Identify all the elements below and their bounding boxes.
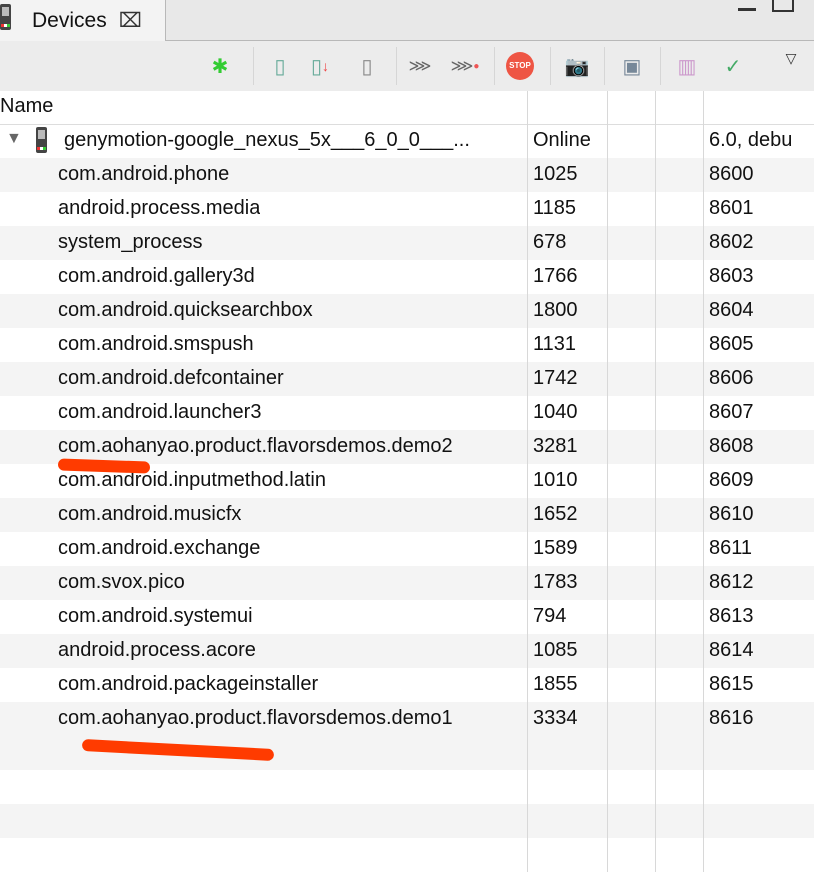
process-port: 8608 bbox=[709, 435, 754, 457]
device-icon bbox=[0, 4, 11, 30]
process-port: 8606 bbox=[709, 367, 754, 389]
update-heap-icon[interactable]: ▯ bbox=[265, 51, 295, 81]
expand-triangle-icon[interactable]: ▼ bbox=[6, 130, 22, 148]
process-row[interactable]: com.android.smspush 1131 8605 bbox=[0, 328, 814, 362]
process-port: 8611 bbox=[709, 537, 753, 559]
process-name: com.android.quicksearchbox bbox=[58, 299, 313, 321]
process-row[interactable]: com.svox.pico 1783 8612 bbox=[0, 566, 814, 600]
dump-view-hierarchy-icon[interactable]: ▥ bbox=[672, 51, 702, 81]
process-pid: 1800 bbox=[533, 299, 578, 321]
process-row[interactable]: com.android.launcher3 1040 8607 bbox=[0, 396, 814, 430]
process-pid: 1589 bbox=[533, 537, 578, 559]
process-pid: 1855 bbox=[533, 673, 578, 695]
start-method-profiling-icon[interactable]: ⋙ ● bbox=[450, 51, 480, 81]
process-name: com.android.systemui bbox=[58, 605, 253, 627]
process-name: com.android.musicfx bbox=[58, 503, 242, 525]
toolbar: ✱ ▯ ▯ ↓ ▯ ⋙ ⋙ ● STOP 📷 ▣ ▥ ✓ ▽ bbox=[0, 41, 814, 92]
process-row[interactable]: com.android.gallery3d 1766 8603 bbox=[0, 260, 814, 294]
process-pid: 3281 bbox=[533, 435, 578, 457]
process-port: 8616 bbox=[709, 707, 754, 729]
process-port: 8607 bbox=[709, 401, 754, 423]
update-threads-icon[interactable]: ⋙ bbox=[405, 51, 435, 81]
process-name: com.svox.pico bbox=[58, 571, 185, 593]
process-pid: 678 bbox=[533, 231, 567, 253]
process-row[interactable]: com.android.exchange 1589 8611 bbox=[0, 532, 814, 566]
process-pid: 1185 bbox=[533, 197, 577, 219]
process-name: com.aohanyao.product.flavorsdemos.demo1 bbox=[58, 707, 453, 729]
process-port: 8603 bbox=[709, 265, 754, 287]
device-row[interactable]: ▼ genymotion-google_nexus_5x___6_0_0___.… bbox=[0, 124, 814, 158]
process-row[interactable]: com.aohanyao.product.flavorsdemos.demo1 3… bbox=[0, 702, 814, 736]
column-header-name[interactable]: Name bbox=[0, 95, 53, 118]
process-pid: 1131 bbox=[533, 333, 577, 355]
process-port: 8609 bbox=[709, 469, 754, 491]
process-pid: 1783 bbox=[533, 571, 578, 593]
process-name: com.android.gallery3d bbox=[58, 265, 255, 287]
cause-gc-icon[interactable]: ▯ bbox=[352, 51, 382, 81]
process-row[interactable]: com.aohanyao.product.flavorsdemos.demo2 3… bbox=[0, 430, 814, 464]
process-name: com.aohanyao.product.flavorsdemos.demo2 bbox=[58, 435, 453, 457]
systrace-icon[interactable]: ▣ bbox=[617, 51, 647, 81]
process-pid: 1085 bbox=[533, 639, 578, 661]
process-port: 8612 bbox=[709, 571, 754, 593]
process-pid: 794 bbox=[533, 605, 567, 627]
process-port: 8600 bbox=[709, 163, 754, 185]
process-row[interactable]: android.process.acore 1085 8614 bbox=[0, 634, 814, 668]
process-pid: 1040 bbox=[533, 401, 578, 423]
process-name: android.process.media bbox=[58, 197, 261, 219]
process-row[interactable]: com.android.musicfx 1652 8610 bbox=[0, 498, 814, 532]
process-name: android.process.acore bbox=[58, 639, 256, 661]
process-port: 8604 bbox=[709, 299, 754, 321]
view-menu-icon[interactable]: ▽ bbox=[776, 43, 806, 73]
table-header: Name bbox=[0, 91, 814, 125]
process-pid: 1742 bbox=[533, 367, 578, 389]
process-pid: 3334 bbox=[533, 707, 578, 729]
process-name: com.android.packageinstaller bbox=[58, 673, 319, 695]
process-pid: 1652 bbox=[533, 503, 578, 525]
process-pid: 1025 bbox=[533, 163, 578, 185]
process-name: com.android.smspush bbox=[58, 333, 254, 355]
close-icon[interactable]: ⌧ bbox=[119, 8, 142, 33]
process-port: 8601 bbox=[709, 197, 754, 219]
device-name: genymotion-google_nexus_5x___6_0_0___... bbox=[64, 129, 470, 151]
process-port: 8613 bbox=[709, 605, 754, 627]
process-row[interactable]: com.android.packageinstaller 1855 8615 bbox=[0, 668, 814, 702]
process-row[interactable]: com.android.defcontainer 1742 8606 bbox=[0, 362, 814, 396]
stop-process-icon[interactable]: STOP bbox=[505, 51, 535, 81]
tab-devices[interactable]: Devices ⌧ bbox=[0, 0, 166, 41]
capture-opengl-trace-icon[interactable]: ✓ bbox=[718, 51, 748, 81]
minimize-button[interactable] bbox=[738, 0, 756, 11]
process-row[interactable]: system_process 678 8602 bbox=[0, 226, 814, 260]
debug-icon[interactable]: ✱ bbox=[205, 51, 235, 81]
device-status: Online bbox=[533, 129, 591, 151]
process-pid: 1766 bbox=[533, 265, 578, 287]
process-name: com.android.exchange bbox=[58, 537, 261, 559]
process-row[interactable]: com.android.quicksearchbox 1800 8604 bbox=[0, 294, 814, 328]
process-name: com.android.launcher3 bbox=[58, 401, 262, 423]
device-table: ▼ genymotion-google_nexus_5x___6_0_0___.… bbox=[0, 124, 814, 872]
process-port: 8610 bbox=[709, 503, 754, 525]
process-name: com.android.phone bbox=[58, 163, 230, 185]
screen-capture-icon[interactable]: 📷 bbox=[562, 51, 592, 81]
tab-bar: Devices ⌧ bbox=[0, 0, 814, 41]
process-row[interactable]: com.android.phone 1025 8600 bbox=[0, 158, 814, 192]
process-port: 8614 bbox=[709, 639, 754, 661]
process-port: 8615 bbox=[709, 673, 754, 695]
process-name: system_process bbox=[58, 231, 203, 253]
maximize-button[interactable] bbox=[772, 0, 794, 12]
process-row[interactable]: android.process.media 1185 8601 bbox=[0, 192, 814, 226]
process-name: com.android.defcontainer bbox=[58, 367, 284, 389]
process-port: 8605 bbox=[709, 333, 754, 355]
process-row[interactable]: com.android.systemui 794 8613 bbox=[0, 600, 814, 634]
process-name: com.android.inputmethod.latin bbox=[58, 469, 326, 491]
process-port: 8602 bbox=[709, 231, 754, 253]
dump-hprof-icon[interactable]: ▯ ↓ bbox=[305, 51, 335, 81]
device-version: 6.0, debu bbox=[709, 129, 793, 151]
device-icon bbox=[36, 127, 47, 153]
tab-title: Devices bbox=[32, 8, 107, 32]
process-pid: 1010 bbox=[533, 469, 578, 491]
